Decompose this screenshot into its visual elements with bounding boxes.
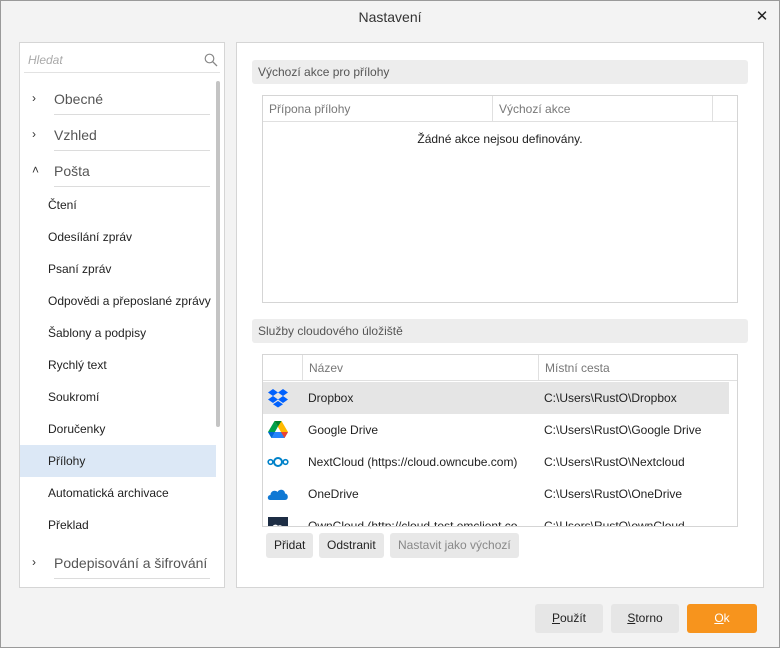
sidebar-item-translation[interactable]: Překlad	[20, 509, 216, 541]
apply-button[interactable]: Použít	[535, 604, 603, 633]
nav-category-label: Podepisování a šifrování	[54, 555, 208, 571]
sidebar-item-sending[interactable]: Odesílání zpráv	[20, 221, 216, 253]
nav-category-signing-encryption[interactable]: › Podepisování a šifrování	[20, 545, 224, 581]
column-header-default-action[interactable]: Výchozí akce	[493, 96, 713, 122]
nav-category-label: Vzhled	[54, 127, 97, 143]
table-row[interactable]: Dropbox C:\Users\RustO\Dropbox	[263, 382, 729, 414]
sidebar-item-composing[interactable]: Psaní zpráv	[20, 253, 216, 285]
nextcloud-icon	[267, 457, 289, 467]
sidebar-item-receipts[interactable]: Doručenky	[20, 413, 216, 445]
cancel-label: torno	[635, 611, 663, 625]
cloud-services-table: Název Místní cesta Dropbox C:\Users\Rust…	[262, 354, 738, 527]
service-path: C:\Users\RustO\ownCloud	[544, 519, 685, 527]
apply-mnemonic: P	[551, 611, 560, 625]
add-service-button[interactable]: Přidat	[266, 533, 314, 558]
table-row[interactable]: OneDrive C:\Users\RustO\OneDrive	[263, 478, 729, 510]
service-name: OwnCloud (http://cloud-test.emclient.co	[308, 519, 518, 527]
chevron-right-icon: ›	[32, 127, 36, 141]
sidebar-item-auto-archive[interactable]: Automatická archivace	[20, 477, 216, 509]
sidebar-item-replies[interactable]: Odpovědi a přeposlané zprávy	[20, 285, 216, 317]
settings-window: Nastavení ✕ › Obecné › Vzhled ˄	[0, 0, 780, 648]
chevron-up-icon: ˄	[32, 163, 40, 177]
divider	[54, 186, 210, 187]
apply-label: oužít	[560, 611, 587, 625]
title-bar: Nastavení ✕	[1, 1, 779, 34]
table-row[interactable]: Google Drive C:\Users\RustO\Google Drive	[263, 414, 729, 446]
window-title: Nastavení	[358, 9, 422, 25]
search-box	[24, 47, 220, 73]
attachment-actions-table: Přípona přílohy Výchozí akce Žádné akce …	[262, 95, 738, 303]
cloud-section-title: Služby cloudového úložiště	[252, 319, 748, 343]
cancel-button[interactable]: Storno	[611, 604, 679, 633]
sidebar-item-quick-text[interactable]: Rychlý text	[20, 349, 216, 381]
close-button[interactable]: ✕	[751, 6, 773, 28]
service-path: C:\Users\RustO\Dropbox	[544, 391, 677, 405]
table-row[interactable]: NextCloud (https://cloud.owncube.com) C:…	[263, 446, 729, 478]
nav-category-appearance[interactable]: › Vzhled	[20, 117, 224, 153]
sidebar-item-templates[interactable]: Šablony a podpisy	[20, 317, 216, 349]
table-row[interactable]: OwnCloud (http://cloud-test.emclient.co …	[263, 510, 729, 527]
service-path: C:\Users\RustO\Nextcloud	[544, 455, 685, 469]
sidebar-item-attachments[interactable]: Přílohy	[20, 445, 216, 477]
settings-nav: › Obecné › Vzhled ˄ Pošta Čtení Odesílán…	[20, 81, 224, 581]
sidebar-scrollbar[interactable]	[216, 81, 220, 427]
divider	[54, 114, 210, 115]
empty-table-message: Žádné akce nejsou definovány.	[417, 132, 583, 146]
sidebar-item-reading[interactable]: Čtení	[20, 189, 216, 221]
nav-category-label: Pošta	[54, 163, 90, 179]
onedrive-icon	[267, 489, 288, 500]
ok-button[interactable]: Ok	[687, 604, 757, 633]
search-icon[interactable]	[204, 53, 218, 67]
column-header-local-path[interactable]: Místní cesta	[539, 355, 737, 381]
service-path: C:\Users\RustO\OneDrive	[544, 487, 683, 501]
settings-sidebar: › Obecné › Vzhled ˄ Pošta Čtení Odesílán…	[19, 42, 225, 588]
service-name: Google Drive	[308, 423, 379, 437]
sidebar-item-privacy[interactable]: Soukromí	[20, 381, 216, 413]
set-default-button[interactable]: Nastavit jako výchozí	[390, 533, 519, 558]
chevron-right-icon: ›	[32, 555, 36, 569]
nav-category-label: Obecné	[54, 91, 104, 107]
service-path: C:\Users\RustO\Google Drive	[544, 423, 702, 437]
divider	[54, 150, 210, 151]
service-name: Dropbox	[308, 391, 354, 405]
owncloud-icon	[268, 517, 288, 526]
nav-category-general[interactable]: › Obecné	[20, 81, 224, 117]
ok-mnemonic: O	[714, 611, 724, 625]
service-name: OneDrive	[308, 487, 359, 501]
google-drive-icon	[268, 421, 288, 438]
ok-label: k	[723, 611, 730, 625]
column-header-extension[interactable]: Přípona přílohy	[263, 96, 493, 122]
dropbox-icon	[268, 389, 288, 408]
attachments-section-title: Výchozí akce pro přílohy	[252, 60, 748, 84]
chevron-right-icon: ›	[32, 91, 36, 105]
divider	[54, 578, 210, 579]
settings-content-panel: Výchozí akce pro přílohy Přípona přílohy…	[236, 42, 764, 588]
column-header-name[interactable]: Název	[303, 355, 539, 381]
column-header-spacer	[713, 96, 737, 122]
service-name: NextCloud (https://cloud.owncube.com)	[308, 455, 518, 469]
search-input[interactable]	[24, 47, 200, 73]
nav-category-mail[interactable]: ˄ Pošta	[20, 153, 224, 189]
remove-service-button[interactable]: Odstranit	[319, 533, 384, 558]
column-header-icon	[263, 355, 303, 381]
